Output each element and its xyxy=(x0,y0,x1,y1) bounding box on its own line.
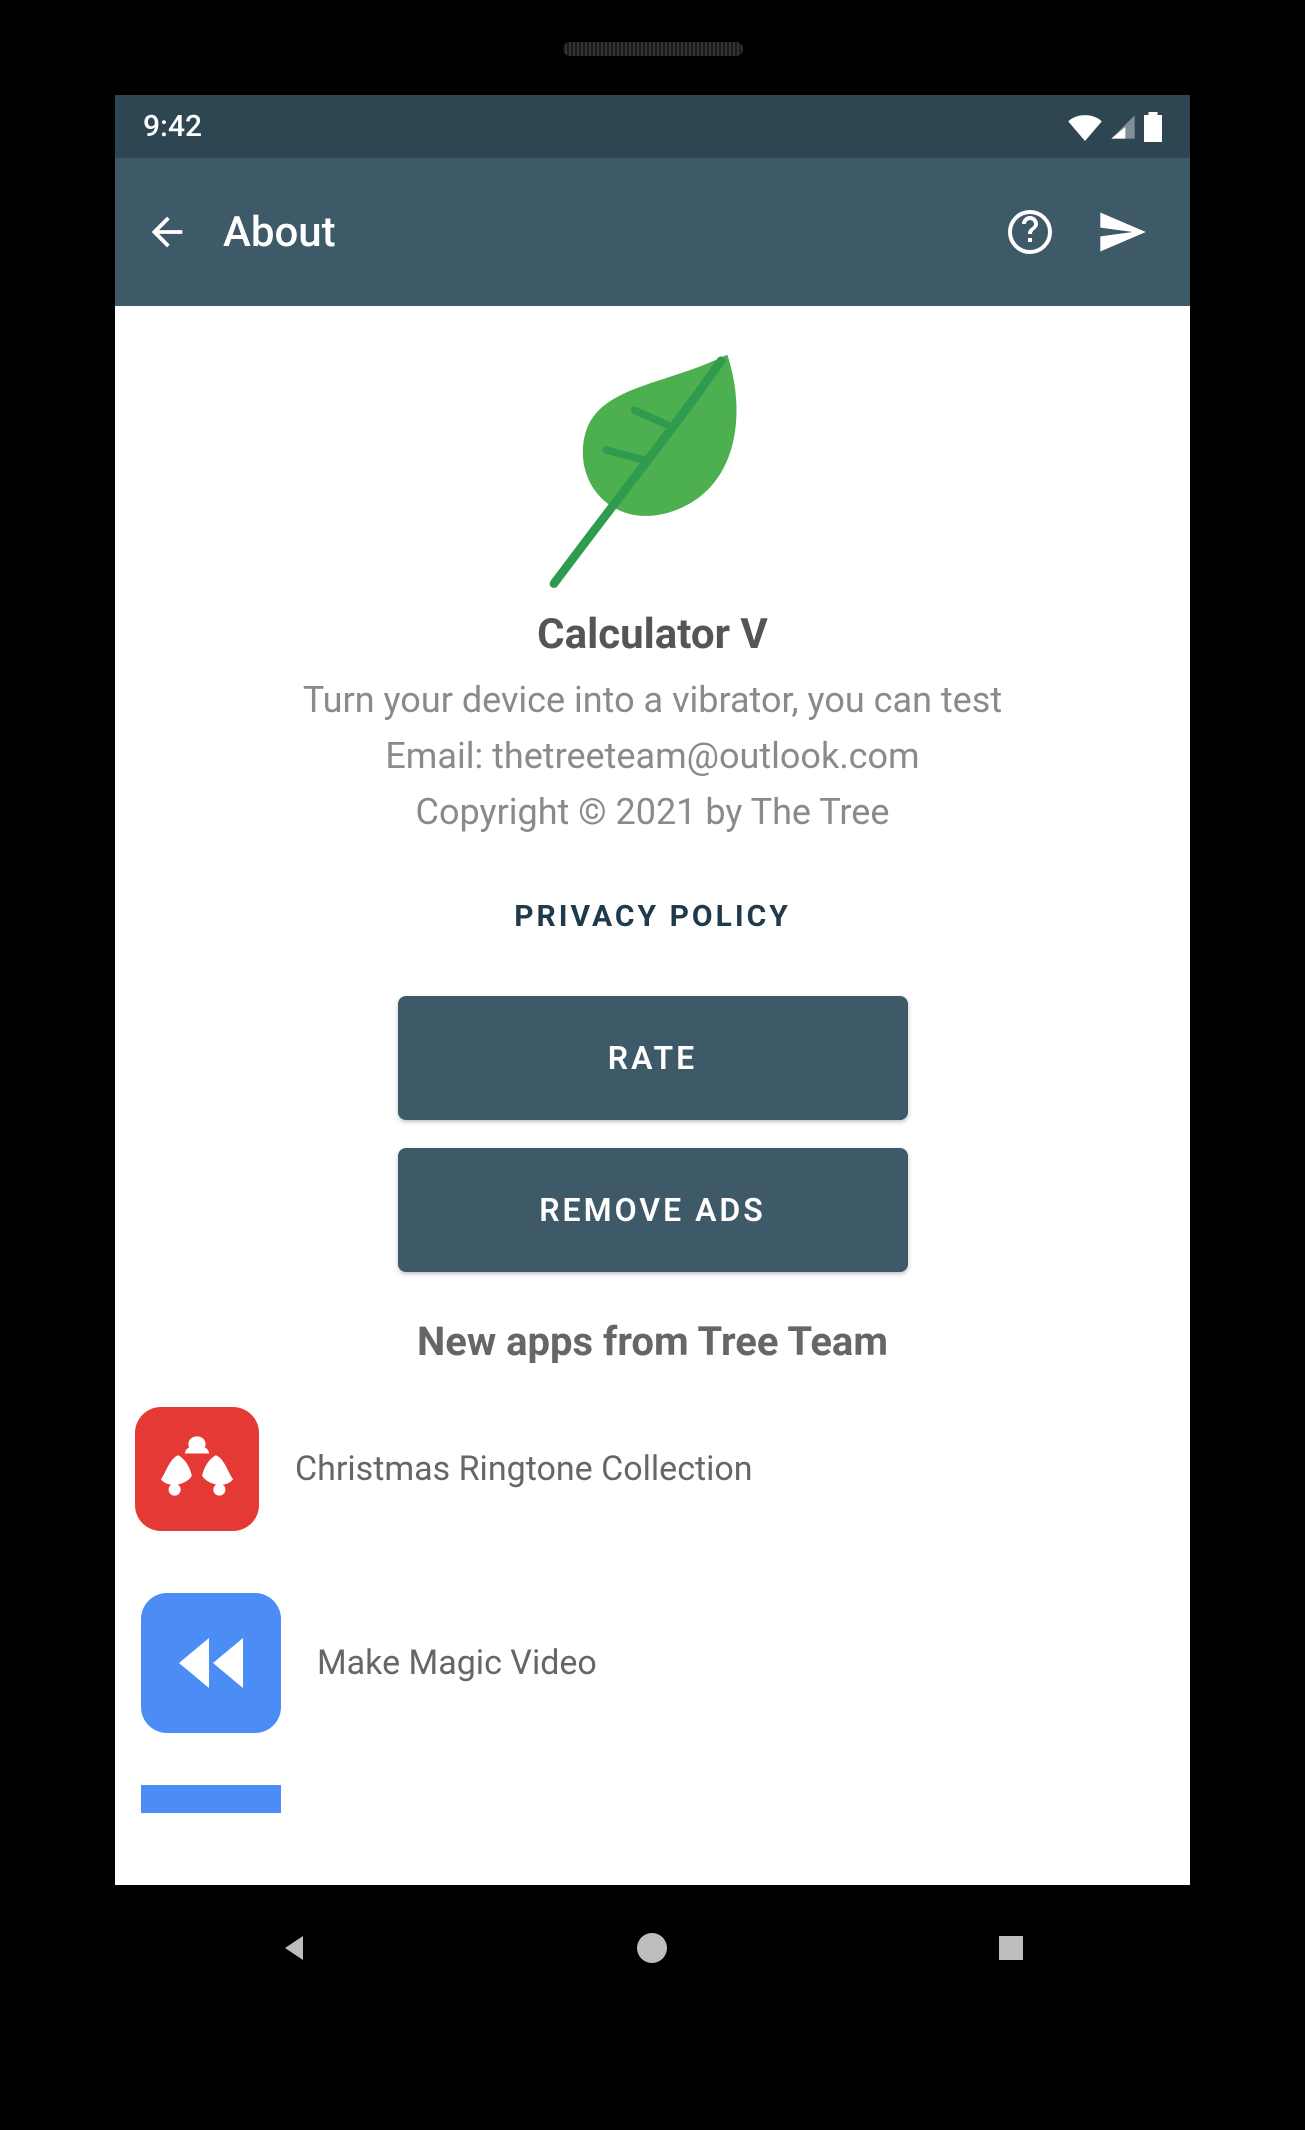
status-time: 9:42 xyxy=(143,109,202,144)
screen: 9:42 About xyxy=(115,95,1190,1885)
back-button[interactable] xyxy=(125,190,209,274)
about-content: Calculator V Turn your device into a vib… xyxy=(115,306,1190,1813)
signal-icon xyxy=(1108,113,1138,141)
device-frame: 9:42 About xyxy=(0,0,1305,2130)
remove-ads-button[interactable]: REMOVE ADS xyxy=(398,1148,908,1272)
rewind-icon xyxy=(141,1593,281,1733)
nav-home-button[interactable] xyxy=(629,1925,675,1971)
email-line: Email: thetreeteam@outlook.com xyxy=(115,735,1190,777)
nav-recent-icon xyxy=(995,1932,1027,1964)
leaf-icon xyxy=(528,336,778,596)
navigation-bar xyxy=(115,1900,1190,1996)
app-icon-partial xyxy=(141,1785,281,1813)
page-title: About xyxy=(223,208,980,257)
send-icon xyxy=(1096,206,1148,258)
app-bar: About xyxy=(115,158,1190,306)
status-icons xyxy=(1068,112,1162,142)
app-item-label: Christmas Ringtone Collection xyxy=(295,1449,753,1489)
app-item-label: Make Magic Video xyxy=(317,1643,597,1683)
back-arrow-icon xyxy=(144,209,190,255)
app-list: Christmas Ringtone Collection Make Magic… xyxy=(115,1393,1190,1813)
new-apps-title: New apps from Tree Team xyxy=(115,1318,1190,1365)
app-logo xyxy=(115,336,1190,596)
nav-home-icon xyxy=(634,1930,670,1966)
nav-back-button[interactable] xyxy=(271,1925,317,1971)
list-item[interactable]: Make Magic Video xyxy=(121,1579,1190,1747)
nav-recent-button[interactable] xyxy=(988,1925,1034,1971)
wifi-icon xyxy=(1068,113,1102,141)
battery-icon xyxy=(1144,112,1162,142)
copyright-line: Copyright © 2021 by The Tree xyxy=(115,791,1190,833)
bells-icon xyxy=(135,1407,259,1531)
nav-back-icon xyxy=(276,1930,312,1966)
send-button[interactable] xyxy=(1080,190,1164,274)
privacy-policy-link[interactable]: PRIVACY POLICY xyxy=(115,899,1190,934)
speaker-grill xyxy=(563,42,743,56)
help-button[interactable] xyxy=(988,190,1072,274)
list-item-partial[interactable] xyxy=(121,1785,1190,1813)
list-item[interactable]: Christmas Ringtone Collection xyxy=(115,1393,1190,1545)
rate-button[interactable]: RATE xyxy=(398,996,908,1120)
help-circle-icon xyxy=(1006,208,1054,256)
status-bar: 9:42 xyxy=(115,95,1190,158)
app-description: Turn your device into a vibrator, you ca… xyxy=(115,679,1190,721)
app-name: Calculator V xyxy=(115,610,1190,659)
button-stack: RATE REMOVE ADS xyxy=(115,996,1190,1272)
